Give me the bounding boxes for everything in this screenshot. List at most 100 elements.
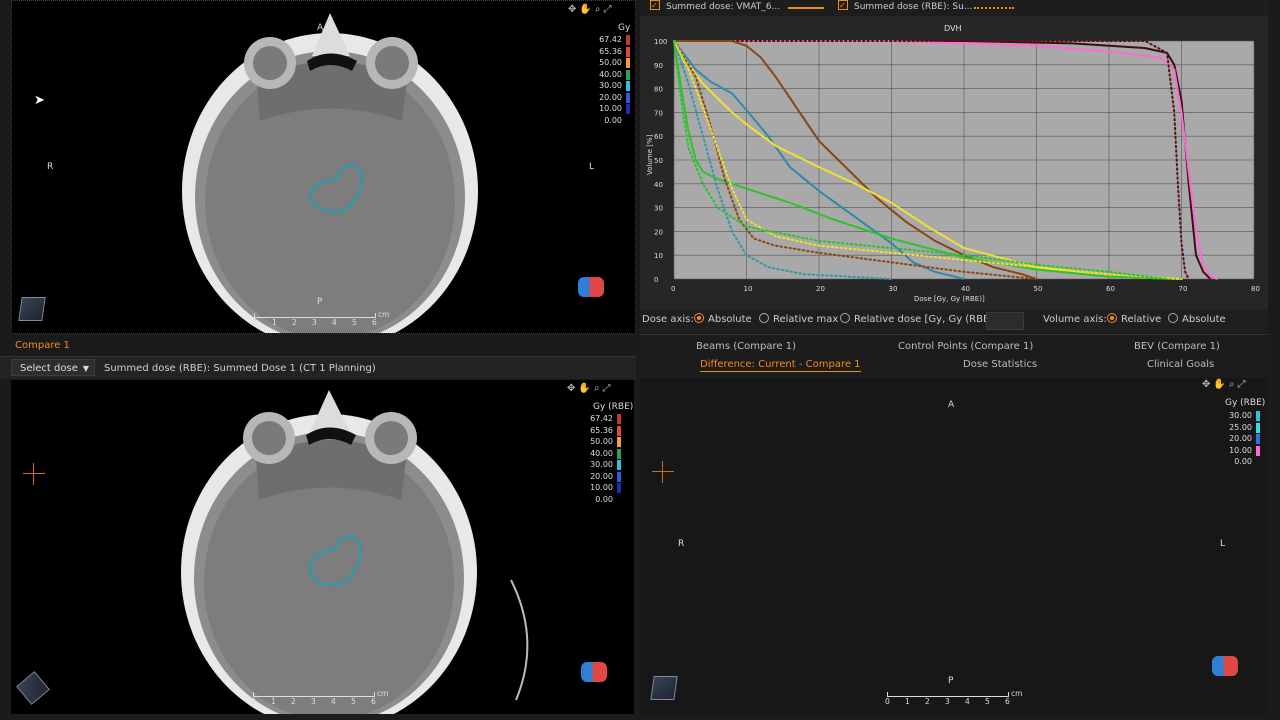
fit-icon[interactable]: ⤢ xyxy=(603,4,614,15)
hand-icon[interactable]: ✋ xyxy=(579,4,594,15)
scale-tick-label: 4 xyxy=(965,697,970,706)
dose-legend-swatch xyxy=(1256,434,1260,444)
pan-icon[interactable]: ✥ xyxy=(568,4,579,15)
dose-legend-entry: 20.00 xyxy=(575,471,621,483)
mouse-cursor-icon: ➤ xyxy=(34,93,45,108)
dvh-panel: Summed dose: VMAT_6... Summed dose (RBE)… xyxy=(640,0,1268,310)
tab-dose-statistics[interactable]: Dose Statistics xyxy=(963,359,1037,370)
dose-legend-swatch xyxy=(617,460,621,470)
dose-legend-value: 30.00 xyxy=(590,460,613,469)
scale-tick-label: 2 xyxy=(925,697,930,706)
viewer-toolbar-compare[interactable]: ✥✋⌕⤢ xyxy=(567,383,613,394)
select-dose-bar: Select dose ▼ Summed dose (RBE): Summed … xyxy=(0,357,636,379)
3d-orientation-icon[interactable] xyxy=(578,277,604,297)
dose-legend-value: 65.36 xyxy=(599,46,622,56)
radio-label: Absolute xyxy=(708,314,752,325)
dose-legend-entry: 50.00 xyxy=(575,436,621,448)
dose-legend-value: 0.00 xyxy=(604,115,622,125)
dvh-series-checkbox-2[interactable]: Summed dose (RBE): Su... xyxy=(838,0,972,15)
selected-dose-caption: Summed dose (RBE): Summed Dose 1 (CT 1 P… xyxy=(104,363,376,374)
legend-line-orange-dotted xyxy=(974,7,1014,9)
top-ct-viewer[interactable]: A P R L ➤ ✥✋⌕⤢ Gy 67.42 65.36 50.00 40.00 30… xyxy=(11,0,636,334)
dose-legend-entry: 50.00 xyxy=(584,57,630,69)
radio-selected-icon xyxy=(694,313,704,323)
dvh-chart[interactable]: DVH 0 10 20 30 40 50 60 70 80 0 10 20 30 40 50 60 70 80 90 1… xyxy=(640,17,1268,309)
dose-legend: 30.00 25.00 20.00 10.00 0.00 xyxy=(1214,410,1260,468)
pan-icon[interactable]: ✥ xyxy=(567,383,578,394)
orientation-cube-icon[interactable] xyxy=(650,676,678,700)
fit-icon[interactable]: ⤢ xyxy=(602,383,613,394)
3d-orientation-icon[interactable] xyxy=(1212,656,1238,676)
orientation-left: L xyxy=(1220,539,1226,549)
viewer-toolbar[interactable]: ✥✋⌕⤢ xyxy=(568,4,614,15)
dose-axis-relative-dose-radio[interactable]: Relative dose [Gy, Gy (RBE)]: xyxy=(840,310,1000,330)
orientation-anterior: A xyxy=(948,400,955,410)
dose-legend-entry: 0.00 xyxy=(575,494,621,506)
dose-legend-value: 10.00 xyxy=(599,104,622,113)
dvh-series-label-1: Summed dose: VMAT_6... xyxy=(666,2,781,12)
legend-line-orange xyxy=(788,7,824,9)
radio-label: Relative max xyxy=(773,314,839,325)
difference-viewer[interactable]: ✥✋⌕⤢ A P R L Gy (RBE) 30.00 25.00 20.00 10.… xyxy=(640,378,1268,714)
dose-unit: Gy (RBE) xyxy=(1225,398,1266,408)
dose-legend-entry: 30.00 xyxy=(1214,410,1260,422)
tab-clinical-goals[interactable]: Clinical Goals xyxy=(1147,359,1214,370)
dose-legend-swatch xyxy=(626,35,630,45)
scale-tick-label: 6 xyxy=(371,697,376,706)
dvh-series-checkbox-1[interactable]: Summed dose: VMAT_6... xyxy=(650,0,780,15)
dose-axis-relative-max-radio[interactable]: Relative max xyxy=(759,310,838,330)
x-tick-label: 50 xyxy=(1034,285,1043,293)
dose-legend-entry: 0.00 xyxy=(584,115,630,127)
volume-axis-relative-radio[interactable]: Relative xyxy=(1107,310,1161,330)
dose-legend-entry: 10.00 xyxy=(575,482,621,494)
dose-legend-swatch xyxy=(626,69,630,80)
checkbox-icon xyxy=(650,0,660,13)
relative-dose-input[interactable] xyxy=(986,312,1024,330)
dose-legend-value: 10.00 xyxy=(1229,445,1252,455)
tab-beams[interactable]: Beams (Compare 1) xyxy=(696,341,796,352)
orientation-cube-icon[interactable] xyxy=(18,297,46,321)
tab-bev[interactable]: BEV (Compare 1) xyxy=(1134,341,1220,352)
y-tick-label: 90 xyxy=(654,62,663,70)
orientation-posterior: P xyxy=(948,676,954,686)
dose-legend-value: 30.00 xyxy=(599,81,622,90)
dose-legend-swatch xyxy=(626,58,630,68)
right-tab-bar: Beams (Compare 1) Control Points (Compar… xyxy=(640,334,1268,377)
x-tick-label: 20 xyxy=(816,285,825,293)
orientation-right: R xyxy=(47,162,54,172)
scale-tick-label: 3 xyxy=(312,318,317,327)
dose-legend-swatch xyxy=(617,471,621,482)
chart-title: DVH xyxy=(944,24,962,33)
scale-unit: cm xyxy=(377,689,389,698)
dose-legend-swatch xyxy=(626,46,630,57)
dose-legend-value: 65.36 xyxy=(590,425,613,435)
radio-icon xyxy=(840,313,850,323)
crosshair-icon xyxy=(23,463,45,485)
hand-icon[interactable]: ✋ xyxy=(1213,379,1228,390)
tab-compare-1[interactable]: Compare 1 xyxy=(15,340,70,351)
volume-axis-absolute-radio[interactable]: Absolute xyxy=(1168,310,1226,330)
scale-tick-label: 6 xyxy=(1005,697,1010,706)
tab-control-points[interactable]: Control Points (Compare 1) xyxy=(898,341,1033,352)
dose-legend-value: 20.00 xyxy=(590,471,613,481)
fit-icon[interactable]: ⤢ xyxy=(1237,379,1248,390)
dose-legend-value: 20.00 xyxy=(1229,434,1252,443)
compare-tab-bar: Compare 1 xyxy=(0,334,636,357)
dose-unit: Gy xyxy=(618,23,631,33)
dose-axis-label: Dose axis: xyxy=(642,314,694,325)
bottom-ct-viewer[interactable]: ✥✋⌕⤢ Gy (RBE) 67.42 65.36 50.00 40.00 30.00 2… xyxy=(11,380,634,714)
tab-difference[interactable]: Difference: Current - Compare 1 xyxy=(700,359,861,372)
scale-tick-label: 4 xyxy=(331,697,336,706)
viewer-toolbar-difference[interactable]: ✥✋⌕⤢ xyxy=(1202,379,1248,390)
dose-legend-value: 0.00 xyxy=(1234,457,1252,466)
dose-legend-swatch xyxy=(617,425,621,436)
dose-legend-swatch xyxy=(626,92,630,103)
hand-icon[interactable]: ✋ xyxy=(578,383,593,394)
x-tick-label: 60 xyxy=(1106,285,1115,293)
dose-axis-absolute-radio[interactable]: Absolute xyxy=(694,310,752,330)
select-dose-dropdown[interactable]: Select dose ▼ xyxy=(11,359,95,376)
y-tick-label: 40 xyxy=(654,181,663,189)
pan-icon[interactable]: ✥ xyxy=(1202,379,1213,390)
scale-unit: cm xyxy=(1011,689,1023,698)
3d-orientation-icon[interactable] xyxy=(581,662,607,682)
